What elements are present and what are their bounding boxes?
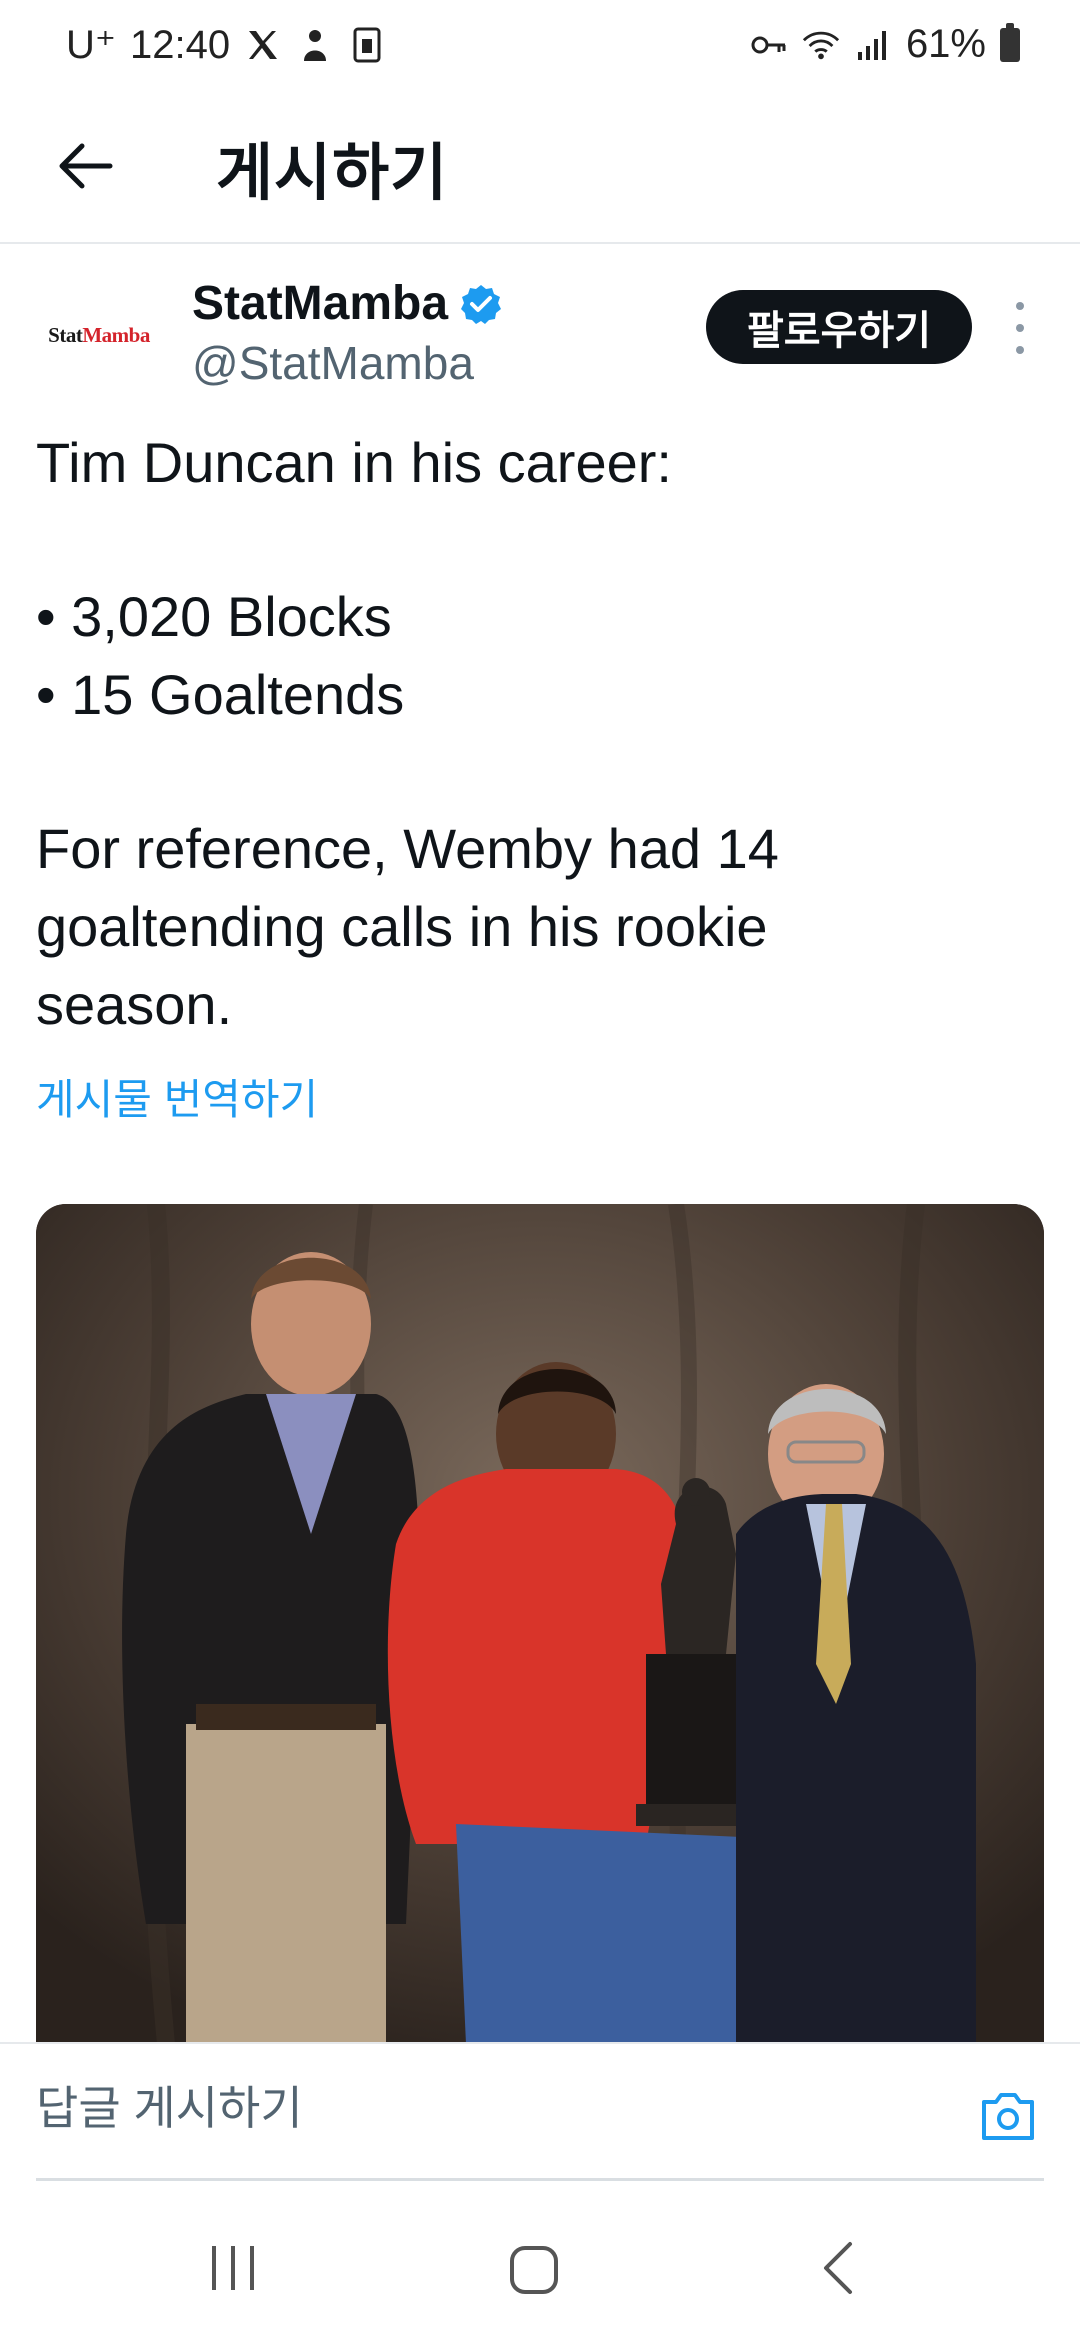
- x-logo-icon: [244, 25, 282, 65]
- wifi-icon: [802, 25, 840, 65]
- avatar[interactable]: StatMamba: [36, 272, 162, 398]
- battery-percent: 61%: [905, 22, 986, 66]
- signal-icon: [854, 25, 892, 65]
- author-name-text: StatMamba: [192, 277, 449, 330]
- translate-post-link[interactable]: 게시물 번역하기: [36, 1066, 318, 1127]
- post-line: season.: [36, 973, 233, 1036]
- time-label: 12:40: [130, 22, 231, 67]
- post-line: goaltending calls in his rookie: [36, 895, 768, 958]
- home-icon[interactable]: [508, 2244, 560, 2301]
- status-bar: U⁺ 12:40 61%: [0, 0, 1080, 96]
- status-right: 61%: [750, 22, 1020, 67]
- reply-input[interactable]: 답글 게시하기: [36, 2072, 936, 2138]
- post-line: • 3,020 Blocks: [36, 585, 392, 648]
- page-title: 게시하기: [216, 139, 449, 208]
- back-button[interactable]: [46, 126, 126, 206]
- verified-badge-icon: [461, 284, 502, 324]
- post-line: Tim Duncan in his career:: [36, 431, 672, 494]
- follow-button[interactable]: 팔로우하기: [706, 290, 972, 364]
- post-line: For reference, Wemby had 14: [36, 817, 779, 880]
- reply-underline: [36, 2178, 1044, 2181]
- avatar-logo-text: StatMamba: [48, 322, 150, 347]
- system-nav-bar: [0, 2200, 1080, 2340]
- carrier-label: U⁺: [66, 23, 116, 67]
- author-name[interactable]: StatMamba: [192, 276, 502, 331]
- post-photo[interactable]: [36, 1204, 1044, 2044]
- author-handle[interactable]: @StatMamba: [192, 336, 474, 390]
- top-app-bar: 게시하기: [0, 96, 1080, 244]
- photo-illustration: [36, 1204, 1044, 2044]
- battery-icon: [1000, 22, 1020, 62]
- post-text: Tim Duncan in his career: • 3,020 Blocks…: [36, 424, 1036, 1044]
- post-line: • 15 Goaltends: [36, 663, 405, 726]
- camera-icon[interactable]: [976, 2084, 1040, 2148]
- recent-apps-icon[interactable]: [208, 2242, 258, 2299]
- status-left: U⁺ 12:40: [66, 22, 386, 68]
- key-icon: [750, 25, 788, 65]
- bixby-icon: [296, 25, 334, 65]
- arrow-left-icon: [59, 143, 113, 189]
- back-icon[interactable]: [818, 2240, 858, 2301]
- sim-icon: [348, 25, 386, 65]
- reply-bar: 답글 게시하기: [0, 2042, 1080, 2184]
- more-options-icon[interactable]: [1004, 302, 1036, 354]
